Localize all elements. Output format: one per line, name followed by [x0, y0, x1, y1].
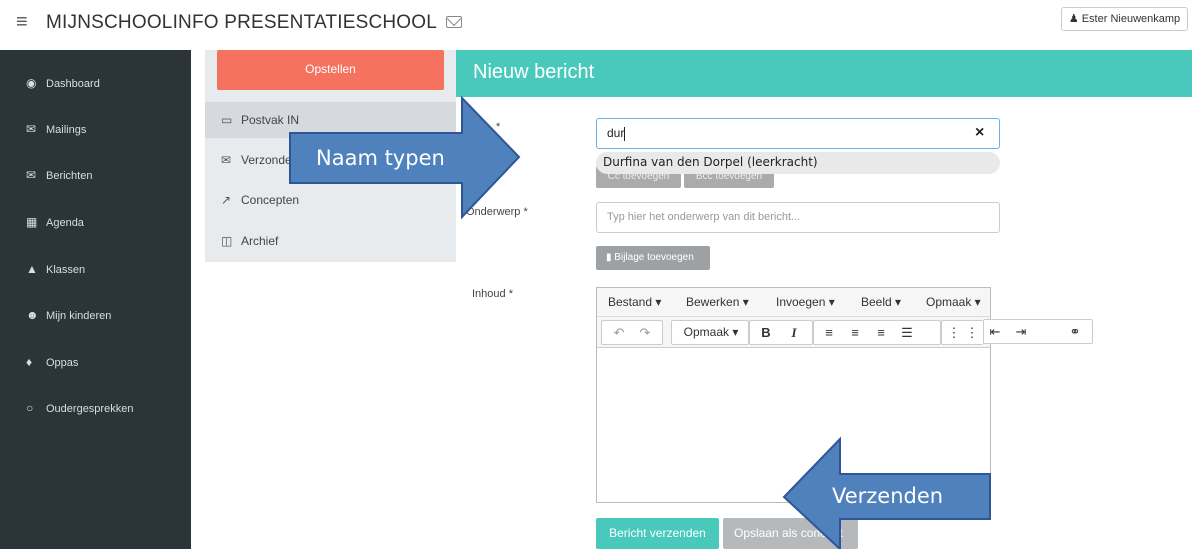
sidebar-item-agenda[interactable]: ▦ Agenda: [0, 207, 191, 237]
sidebar-item-berichten[interactable]: ✉ Berichten: [0, 160, 191, 190]
indent-link-group: ⇤ ⇥ ⚭: [983, 319, 1093, 344]
menu-item-label: Postvak IN: [241, 113, 300, 127]
indent-icon[interactable]: ⇥: [1010, 320, 1032, 343]
sidebar-item-label: Mijn kinderen: [46, 310, 112, 322]
text-style-group: B I: [749, 320, 813, 345]
align-left-icon[interactable]: ≡: [818, 321, 840, 344]
align-right-icon[interactable]: ≡: [870, 321, 892, 344]
align-center-icon[interactable]: ≡: [844, 321, 866, 344]
sidebar-item-label: Mailings: [46, 124, 87, 136]
users-icon: ☻: [26, 308, 39, 322]
sidebar-item-mailings[interactable]: ✉ Mailings: [0, 114, 191, 144]
recipient-suggestion[interactable]: Durfina van den Dorpel (leerkracht): [596, 152, 1000, 174]
format-dropdown-label: Opmaak ▾: [683, 325, 739, 339]
compose-button[interactable]: Opstellen: [217, 50, 444, 90]
menu-item-archief[interactable]: ◫ Archief: [205, 223, 456, 259]
editor-menu-bewerken[interactable]: Bewerken ▾: [686, 288, 749, 316]
save-draft-button[interactable]: Opslaan als concept: [723, 518, 858, 549]
verzenden-callout: Verzenden: [832, 484, 944, 508]
editor-menu-invoegen[interactable]: Invoegen ▾: [776, 288, 835, 316]
app-title: MIJNSCHOOLINFO PRESENTATIESCHOOL: [46, 12, 438, 33]
align-justify-icon[interactable]: ☰: [896, 321, 918, 344]
envelope-icon: ✉: [26, 168, 37, 182]
external-link-icon: ↗: [221, 193, 232, 207]
bullet-list-icon[interactable]: ⋮: [946, 321, 962, 344]
redo-icon[interactable]: ↷: [636, 321, 654, 344]
undo-redo-group: ↶ ↷: [601, 320, 663, 345]
editor-menu-beeld[interactable]: Beeld ▾: [861, 288, 901, 316]
sidebar-item-klassen[interactable]: ▲ Klassen: [0, 254, 191, 284]
recipient-input-value: dur: [607, 126, 625, 140]
numbered-list-icon[interactable]: ⋮: [964, 321, 980, 344]
content-label: Inhoud *: [472, 288, 513, 300]
hamburger-icon[interactable]: ≡: [16, 12, 28, 32]
rich-text-editor: Bestand ▾ Bewerken ▾ Invoegen ▾ Beeld ▾ …: [596, 287, 991, 503]
sitemap-icon: ▲: [26, 262, 38, 276]
italic-icon[interactable]: I: [784, 321, 804, 344]
page-title: Nieuw bericht: [456, 50, 1192, 97]
sidebar-item-label: Klassen: [46, 264, 86, 276]
recipient-input[interactable]: dur: [596, 118, 1000, 149]
outdent-icon[interactable]: ⇤: [984, 320, 1006, 343]
menu-item-concepten[interactable]: ↗ Concepten: [205, 182, 456, 218]
menu-item-label: Concepten: [241, 193, 300, 207]
send-button[interactable]: Bericht verzenden: [596, 518, 719, 549]
user-name: Ester Nieuwenkamp: [1081, 13, 1181, 25]
attach-button-label: Bijlage toevoegen: [614, 252, 694, 263]
menu-item-label: Archief: [241, 234, 279, 248]
editor-menu-opmaak[interactable]: Opmaak ▾: [926, 288, 981, 316]
sidebar-item-label: Oppas: [46, 357, 79, 369]
sidebar-item-oppas[interactable]: ♦ Oppas: [0, 347, 191, 377]
child-icon: ♦: [26, 355, 33, 369]
clear-recipient-button[interactable]: ×: [975, 124, 984, 142]
user-icon: ♟: [1068, 13, 1079, 25]
link-icon[interactable]: ⚭: [1064, 320, 1086, 343]
to-label: *: [496, 121, 501, 133]
trash-icon: ◫: [221, 234, 233, 248]
inbox-icon: ▭: [221, 113, 233, 127]
dashboard-icon: ◉: [26, 76, 37, 90]
editor-menubar: Bestand ▾ Bewerken ▾ Invoegen ▾ Beeld ▾ …: [597, 288, 990, 317]
sidebar-item-label: Agenda: [46, 217, 84, 229]
sidebar-item-mijn-kinderen[interactable]: ☻ Mijn kinderen: [0, 300, 191, 330]
attach-button[interactable]: ▮ Bijlage toevoegen: [596, 246, 710, 270]
sidebar-item-label: Berichten: [46, 170, 93, 182]
undo-icon[interactable]: ↶: [610, 321, 628, 344]
sidebar-item-oudergesprekken[interactable]: ○ Oudergesprekken: [0, 393, 191, 423]
menu-item-label: Verzonden: [241, 153, 299, 167]
sidebar-item-label: Oudergesprekken: [46, 403, 134, 415]
envelope-icon: ✉: [221, 153, 232, 167]
sidebar-item-label: Dashboard: [46, 78, 100, 90]
subject-label: Onderwerp *: [466, 206, 528, 218]
comments-icon: ○: [26, 401, 34, 415]
calendar-icon: ▦: [26, 215, 38, 229]
naam-typen-callout: Naam typen: [316, 146, 445, 170]
envelope-icon[interactable]: [446, 16, 462, 28]
format-dropdown[interactable]: Opmaak ▾: [671, 320, 749, 345]
sidebar-item-dashboard[interactable]: ◉ Dashboard: [0, 68, 191, 98]
menu-item-postvak-in[interactable]: ▭ Postvak IN: [205, 102, 456, 138]
top-bar: ≡ MIJNSCHOOLINFO PRESENTATIESCHOOL ♟ Este…: [0, 0, 1192, 45]
align-group: ≡ ≡ ≡ ☰: [813, 320, 941, 345]
file-icon: ▮: [606, 252, 612, 263]
envelope-icon: ✉: [26, 122, 37, 136]
user-menu-button[interactable]: ♟ Ester Nieuwenkamp: [1061, 7, 1188, 31]
subject-input[interactable]: Typ hier het onderwerp van dit bericht..…: [596, 202, 1000, 233]
editor-menu-bestand[interactable]: Bestand ▾: [608, 288, 661, 316]
bold-icon[interactable]: B: [756, 321, 776, 344]
list-group: ⋮ ⋮: [941, 320, 983, 345]
editor-toolbar: ↶ ↷ Opmaak ▾ B I ≡ ≡ ≡ ☰ ⋮ ⋮: [597, 317, 990, 348]
